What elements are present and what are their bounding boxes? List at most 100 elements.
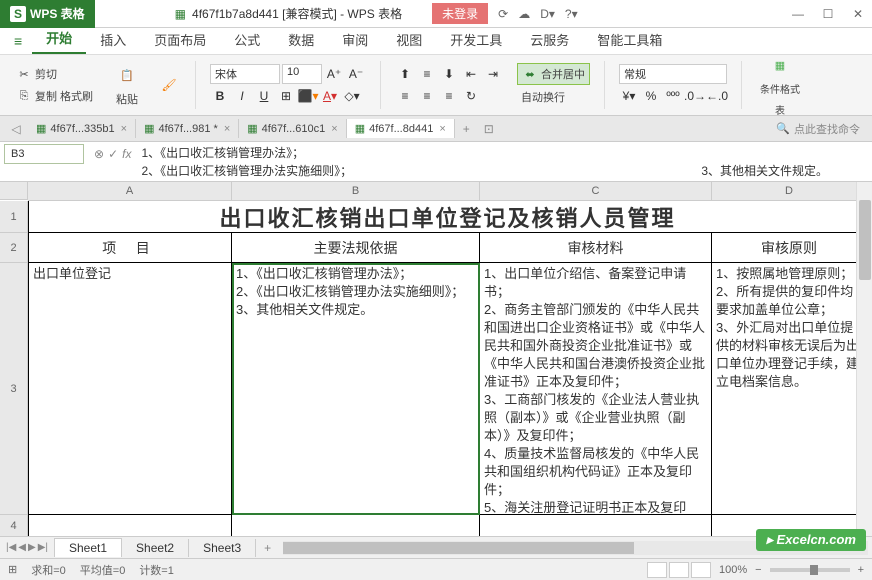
tab-view[interactable]: 视图 (382, 25, 436, 54)
comma-button[interactable]: ººº (663, 86, 683, 106)
cancel-formula-icon[interactable]: ⊗ (94, 147, 104, 161)
row-header-3[interactable]: 3 (0, 263, 28, 515)
tab-page-layout[interactable]: 页面布局 (140, 25, 220, 54)
maximize-button[interactable]: ☐ (814, 4, 842, 24)
col-header-B[interactable]: B (232, 182, 480, 201)
add-sheet-button[interactable]: + (256, 541, 279, 555)
col-header-C[interactable]: C (480, 182, 712, 201)
align-middle-button[interactable]: ≡ (417, 64, 437, 84)
percent-button[interactable]: % (641, 86, 661, 106)
accept-formula-icon[interactable]: ✓ (108, 147, 118, 161)
add-tab-button[interactable]: + (455, 122, 478, 136)
row-header-4[interactable]: 4 (0, 515, 28, 536)
cell-title[interactable]: 出口收汇核销出口单位登记及核销人员管理 (28, 201, 867, 233)
select-all-corner[interactable] (0, 182, 28, 200)
sheet-next-icon[interactable]: ▶ (28, 542, 36, 553)
tab-insert[interactable]: 插入 (86, 25, 140, 54)
align-left-button[interactable]: ≡ (395, 86, 415, 106)
cell-B2[interactable]: 主要法规依据 (232, 233, 480, 263)
overflow-icon[interactable]: ⊡ (478, 122, 500, 136)
clear-format-button[interactable]: ◇▾ (342, 86, 362, 106)
zoom-slider[interactable] (770, 568, 850, 572)
command-search[interactable]: 🔍 点此查找命令 (776, 121, 868, 137)
font-name-select[interactable]: 宋体 (210, 64, 280, 84)
status-menu-icon[interactable]: ⊞ (8, 563, 17, 576)
cell-B4[interactable] (232, 515, 480, 536)
cut-button[interactable]: ✂剪切 (12, 64, 97, 84)
file-menu-icon[interactable]: ≡ (4, 28, 32, 54)
indent-decrease-button[interactable]: ⇤ (461, 64, 481, 84)
formula-content[interactable]: 1、《出口收汇核销管理办法》； 2、《出口收汇核销管理办法实施细则》； 3、其他… (141, 144, 868, 180)
sheet-prev-icon[interactable]: ◀ (18, 542, 26, 553)
view-page-button[interactable] (669, 562, 689, 578)
align-center-button[interactable]: ≡ (417, 86, 437, 106)
copy-button[interactable]: ⎘复制 格式刷 (12, 86, 97, 106)
zoom-in-button[interactable]: + (858, 564, 864, 576)
tab-smart-tools[interactable]: 智能工具箱 (583, 25, 676, 54)
view-break-button[interactable] (691, 562, 711, 578)
options-icon[interactable]: D▾ (540, 7, 555, 21)
minimize-button[interactable]: — (784, 4, 812, 24)
vertical-scroll-thumb[interactable] (859, 200, 871, 280)
currency-button[interactable]: ¥▾ (619, 86, 639, 106)
sync-icon[interactable]: ⟳ (498, 7, 508, 21)
tab-cloud[interactable]: 云服务 (516, 25, 583, 54)
align-top-button[interactable]: ⬆ (395, 64, 415, 84)
doc-tab-1[interactable]: ▦ 4f67f...981 * × (136, 119, 239, 138)
align-right-button[interactable]: ≡ (439, 86, 459, 106)
login-status[interactable]: 未登录 (432, 3, 488, 24)
tab-developer[interactable]: 开发工具 (436, 25, 516, 54)
cell-A2[interactable]: 项 目 (28, 233, 232, 263)
italic-button[interactable]: I (232, 86, 252, 106)
vertical-scrollbar[interactable] (856, 182, 872, 536)
fill-color-button[interactable]: ⬛▾ (298, 86, 318, 106)
close-icon[interactable]: × (224, 123, 230, 135)
close-icon[interactable]: × (439, 123, 445, 135)
cloud-icon[interactable]: ☁ (518, 7, 530, 21)
close-icon[interactable]: × (331, 123, 337, 135)
auto-wrap-button[interactable]: 自动换行 (517, 87, 590, 107)
font-color-button[interactable]: A▾ (320, 86, 340, 106)
align-bottom-button[interactable]: ⬇ (439, 64, 459, 84)
orientation-button[interactable]: ↻ (461, 86, 481, 106)
cell-C3[interactable]: 1、出口单位介绍信、备案登记申请书； 2、商务主管部门颁发的《中华人民共和国进出… (480, 263, 712, 515)
merge-center-button[interactable]: ⬌ 合并居中 (517, 63, 590, 85)
back-button[interactable]: ◁ (4, 122, 28, 136)
increase-font-button[interactable]: A⁺ (324, 64, 344, 84)
indent-increase-button[interactable]: ⇥ (483, 64, 503, 84)
zoom-out-button[interactable]: − (755, 564, 761, 576)
cell-D2[interactable]: 审核原则 (712, 233, 867, 263)
sheet-first-icon[interactable]: |◀ (6, 542, 16, 553)
col-header-D[interactable]: D (712, 182, 867, 201)
cell-C2[interactable]: 审核材料 (480, 233, 712, 263)
cell-C4[interactable] (480, 515, 712, 536)
sheet-tab-1[interactable]: Sheet1 (54, 538, 122, 557)
doc-tab-0[interactable]: ▦ 4f67f...335b1 × (28, 119, 136, 138)
name-box[interactable]: B3 (4, 144, 84, 164)
tab-start[interactable]: 开始 (32, 23, 86, 54)
close-button[interactable]: ✕ (844, 4, 872, 24)
underline-button[interactable]: U (254, 86, 274, 106)
cell-D3[interactable]: 1、按照属地管理原则； 2、所有提供的复印件均要求加盖单位公章； 3、外汇局对出… (712, 263, 867, 515)
cell-B3[interactable]: 1、《出口收汇核销管理办法》； 2、《出口收汇核销管理办法实施细则》； 3、其他… (232, 263, 480, 515)
decrease-decimal-button[interactable]: ←.0 (707, 86, 727, 106)
col-header-A[interactable]: A (28, 182, 232, 201)
fx-icon[interactable]: fx (122, 147, 131, 161)
format-painter-icon[interactable]: 🖌 (157, 73, 181, 97)
row-header-1[interactable]: 1 (0, 201, 28, 233)
table-style-button[interactable]: 表 (756, 100, 804, 119)
view-normal-button[interactable] (647, 562, 667, 578)
tab-review[interactable]: 审阅 (328, 25, 382, 54)
cell-A3[interactable]: 出口单位登记 (28, 263, 232, 515)
sheet-tab-3[interactable]: Sheet3 (189, 539, 256, 557)
row-header-2[interactable]: 2 (0, 233, 28, 263)
cells-area[interactable]: 出口收汇核销出口单位登记及核销人员管理 项 目 主要法规依据 审核材料 审核原则… (28, 201, 867, 536)
number-format-select[interactable]: 常规 (619, 64, 727, 84)
tab-formula[interactable]: 公式 (220, 25, 274, 54)
doc-tab-3[interactable]: ▦ 4f67f...8d441 × (347, 119, 455, 138)
increase-decimal-button[interactable]: .0→ (685, 86, 705, 106)
conditional-format-button[interactable]: ▦ 条件格式 (756, 52, 804, 98)
zoom-value[interactable]: 100% (719, 564, 747, 576)
cell-A4[interactable] (28, 515, 232, 536)
border-button[interactable]: ⊞ (276, 86, 296, 106)
